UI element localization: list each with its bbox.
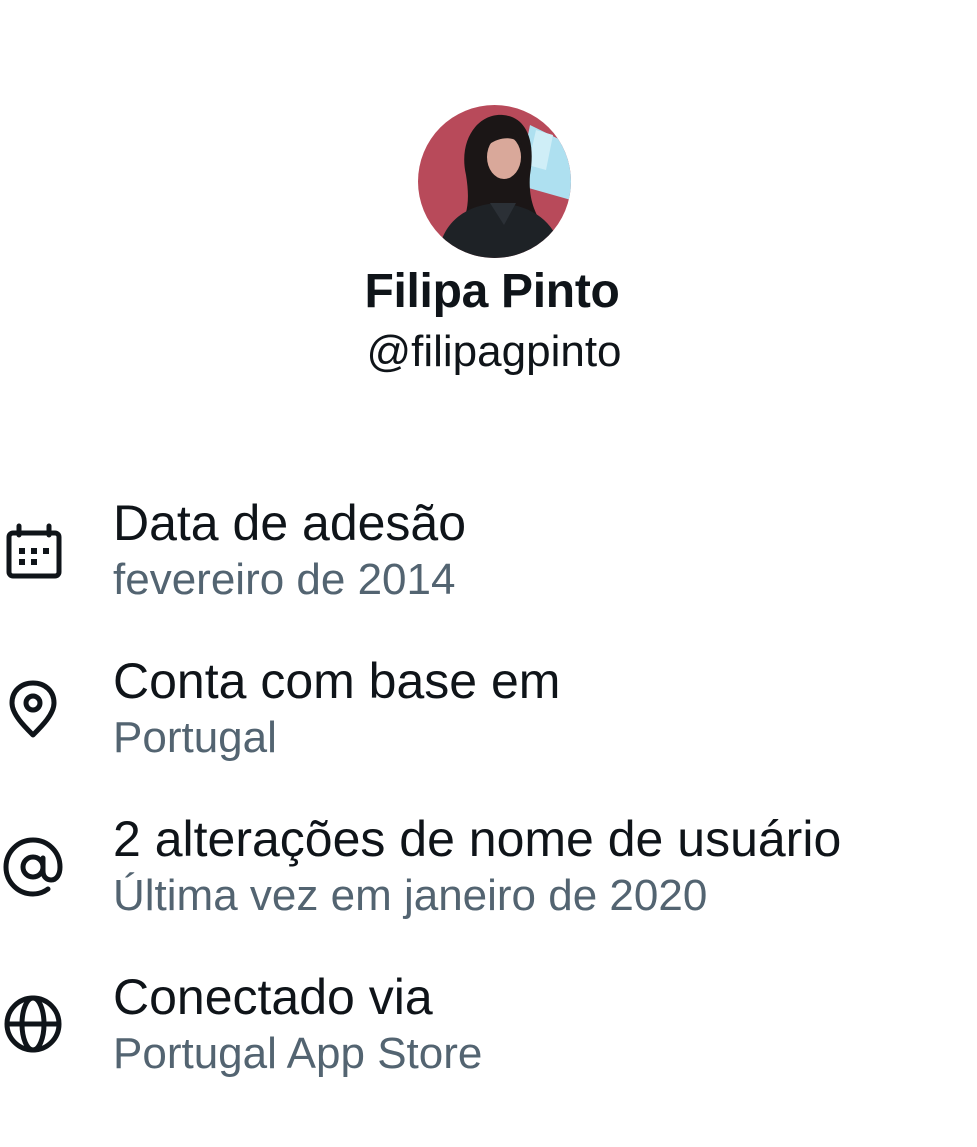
about-item-title: Data de adesão: [113, 495, 467, 551]
about-item-title: Conectado via: [113, 969, 433, 1025]
about-item-value: Portugal App Store: [113, 1029, 483, 1078]
about-item-value: fevereiro de 2014: [113, 555, 456, 604]
at-sign-icon: [2, 836, 64, 898]
about-item-value: Portugal: [113, 713, 277, 762]
about-item-connected-via: Conectado via Portugal App Store: [0, 966, 977, 1086]
avatar-photo: [418, 105, 571, 258]
about-item-location: Conta com base em Portugal: [0, 650, 977, 770]
globe-icon: [2, 993, 64, 1055]
about-item-title: Conta com base em: [113, 653, 561, 709]
location-pin-icon: [2, 678, 64, 740]
profile-handle: @filipagpinto: [366, 327, 622, 376]
about-item-title: 2 alterações de nome de usuário: [113, 811, 842, 867]
about-item-username-changes: 2 alterações de nome de usuário Última v…: [0, 808, 977, 928]
about-item-joined: Data de adesão fevereiro de 2014: [0, 492, 977, 612]
about-item-value: Última vez em janeiro de 2020: [113, 871, 708, 920]
calendar-icon: [2, 520, 64, 582]
profile-avatar[interactable]: [418, 105, 571, 258]
profile-display-name: Filipa Pinto: [364, 265, 620, 318]
